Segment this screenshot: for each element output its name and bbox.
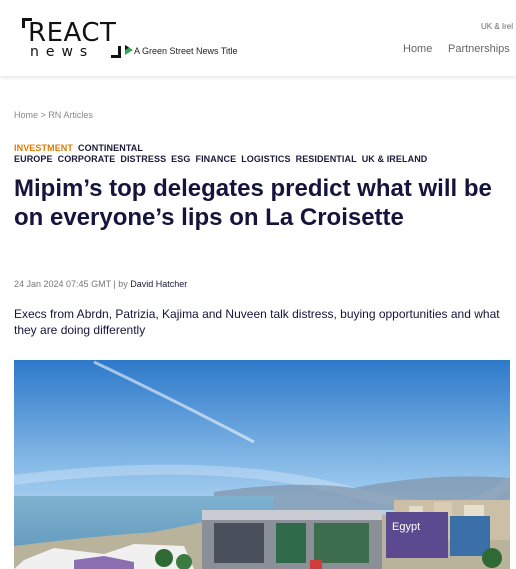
article-standfirst: Execs from Abrdn, Patrizia, Kajima and N… — [14, 307, 500, 337]
article-headline: Mipim’s top delegates predict what will … — [14, 175, 492, 231]
author-link[interactable]: David Hatcher — [130, 279, 187, 289]
article-byline: 24 Jan 2024 07:45 GMT | by David Hatcher — [14, 279, 187, 289]
nav-home-link[interactable]: Home — [403, 43, 432, 55]
tag-corporate[interactable]: CORPORATE — [58, 154, 116, 164]
breadcrumb: Home > RN Articles — [14, 110, 93, 120]
react-news-logo[interactable]: REACT news — [22, 18, 121, 60]
logo-text-news: news — [30, 44, 95, 60]
green-street-icon — [125, 45, 133, 55]
breadcrumb-section-link[interactable]: RN Articles — [48, 110, 93, 120]
article-timestamp: 24 Jan 2024 07:45 GMT — [14, 279, 111, 289]
tag-list-secondary: EUROPE CORPORATE DISTRESS ESG FINANCE LOGISTI… — [14, 154, 432, 164]
byline-prefix: | by — [113, 279, 128, 289]
breadcrumb-home-link[interactable]: Home — [14, 110, 38, 120]
tag-esg[interactable]: ESG — [171, 154, 190, 164]
tag-list-primary: INVESTMENT CONTINENTAL — [14, 143, 148, 153]
logo-bracket-bottom — [111, 46, 121, 58]
region-selector[interactable]: UK & Irel — [481, 22, 513, 31]
green-street-tagline: A Green Street News Title — [134, 46, 238, 56]
tag-finance[interactable]: FINANCE — [195, 154, 236, 164]
tag-logistics[interactable]: LOGISTICS — [241, 154, 290, 164]
breadcrumb-separator: > — [40, 110, 46, 120]
tag-uk-ireland[interactable]: UK & IRELAND — [362, 154, 428, 164]
nav-partnerships-link[interactable]: Partnerships — [448, 43, 510, 55]
tag-continental[interactable]: CONTINENTAL — [78, 143, 143, 153]
tag-residential[interactable]: RESIDENTIAL — [296, 154, 357, 164]
hero-banner-text: Egypt — [392, 521, 420, 533]
tag-europe[interactable]: EUROPE — [14, 154, 53, 164]
tag-investment[interactable]: INVESTMENT — [14, 143, 73, 153]
site-header: REACT news A Green Street News Title UK … — [0, 0, 516, 76]
tag-distress[interactable]: DISTRESS — [120, 154, 166, 164]
logo-text-react: REACT — [28, 18, 117, 48]
hero-image: Egypt — [14, 360, 510, 569]
